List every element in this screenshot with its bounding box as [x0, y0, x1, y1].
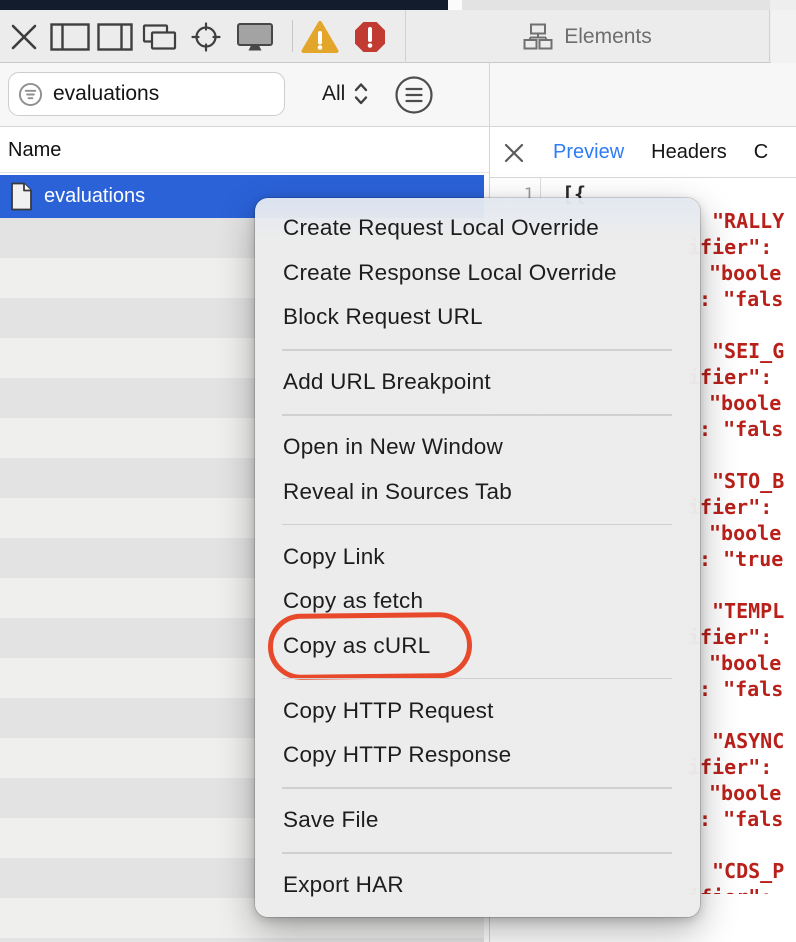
json-fragment: "STO_B: [712, 468, 784, 494]
menu-item-reveal-in-sources-tab[interactable]: Reveal in Sources Tab: [255, 470, 700, 515]
json-fragment: : "fals: [699, 416, 783, 442]
menu-item-copy-http-request[interactable]: Copy HTTP Request: [255, 689, 700, 734]
filter-options-button[interactable]: [394, 75, 434, 115]
tab-cookies-clipped[interactable]: C: [754, 141, 768, 164]
network-filter-bar: evaluations All: [0, 63, 796, 127]
json-fragment: "boole: [709, 650, 781, 676]
name-column-label: Name: [8, 139, 61, 162]
element-picker-button[interactable]: [184, 10, 228, 63]
dock-left-button[interactable]: [48, 10, 92, 63]
dock-right-button[interactable]: [95, 10, 135, 63]
top-strip-right: [770, 0, 796, 10]
menu-separator: [255, 340, 700, 361]
elements-hierarchy-icon: [523, 23, 553, 50]
scope-select-value: All: [322, 82, 345, 106]
json-fragment: ifier":: [688, 754, 772, 780]
menu-item-copy-link[interactable]: Copy Link: [255, 535, 700, 580]
json-fragment: "boole: [709, 390, 781, 416]
toolbar-divider: [292, 20, 293, 52]
json-fragment: "ASYNC: [712, 728, 784, 754]
close-inspector-button[interactable]: [6, 10, 42, 63]
json-fragment: : "fals: [699, 806, 783, 832]
name-column-header[interactable]: Name: [0, 128, 489, 173]
target-crosshair-icon: [187, 21, 225, 53]
json-fragment: "boole: [709, 780, 781, 806]
json-fragment: : "fals: [699, 676, 783, 702]
filter-icon: [18, 82, 43, 107]
tab-headers[interactable]: Headers: [651, 141, 727, 164]
web-inspector-window: Elements evaluations All Name Preview He…: [0, 0, 796, 942]
json-fragment: ifier":: [688, 624, 772, 650]
json-fragment: ifier":: [688, 884, 772, 894]
json-fragment: "CDS_P: [712, 858, 784, 884]
next-tab-stub: [771, 10, 796, 63]
filter-input[interactable]: evaluations: [8, 72, 285, 116]
json-fragment: ifier":: [688, 494, 772, 520]
top-strip-gray: [462, 0, 770, 10]
json-fragment: ifier":: [688, 364, 772, 390]
menu-separator: [255, 668, 700, 689]
json-fragment: "SEI_G: [712, 338, 784, 364]
errors-button[interactable]: [351, 10, 389, 63]
tab-elements[interactable]: Elements: [405, 10, 770, 63]
sidebar-left-icon: [50, 23, 90, 51]
screen-icon: [235, 21, 275, 52]
menu-item-save-file[interactable]: Save File: [255, 798, 700, 843]
cascade-windows-icon: [139, 22, 179, 52]
filter-query-text: evaluations: [53, 82, 159, 106]
tab-preview[interactable]: Preview: [553, 141, 624, 164]
menu-separator: [255, 778, 700, 799]
close-icon: [503, 142, 525, 164]
scope-select[interactable]: All: [322, 72, 370, 116]
undock-window-button[interactable]: [137, 10, 181, 63]
json-fragment: "boole: [709, 260, 781, 286]
menu-item-copy-as-curl[interactable]: Copy as cURL: [255, 624, 700, 669]
json-fragment: : "fals: [699, 286, 783, 312]
error-stop-icon: [354, 21, 386, 53]
json-fragment: : "true: [699, 546, 783, 572]
filter-circle-icon: [394, 75, 434, 115]
close-detail-button[interactable]: [503, 142, 525, 164]
json-fragment: ifier":: [688, 234, 772, 260]
menu-separator: [255, 514, 700, 535]
menu-item-copy-http-response[interactable]: Copy HTTP Response: [255, 733, 700, 778]
tab-elements-label: Elements: [564, 25, 652, 49]
menu-item-create-request-local-override[interactable]: Create Request Local Override: [255, 206, 700, 251]
json-fragment: "RALLY: [712, 208, 784, 234]
menu-item-create-response-local-override[interactable]: Create Response Local Override: [255, 251, 700, 296]
document-icon: [10, 182, 33, 211]
json-fragment: "TEMPL: [712, 598, 784, 624]
device-settings-button[interactable]: [233, 10, 277, 63]
menu-item-open-in-new-window[interactable]: Open in New Window: [255, 425, 700, 470]
request-row-empty: [0, 938, 484, 942]
menu-item-add-url-breakpoint[interactable]: Add URL Breakpoint: [255, 360, 700, 405]
json-fragment: "boole: [709, 520, 781, 546]
menu-separator: [255, 405, 700, 426]
context-menu: Create Request Local OverrideCreate Resp…: [255, 198, 700, 917]
menu-item-block-request-url[interactable]: Block Request URL: [255, 295, 700, 340]
page-header-strip: [0, 0, 448, 10]
resource-detail-tabbar: Preview Headers C: [489, 128, 796, 178]
inspector-toolbar: Elements: [0, 10, 796, 63]
close-icon: [9, 22, 39, 52]
warnings-button[interactable]: [299, 10, 341, 63]
top-strip-light: [448, 0, 462, 10]
menu-separator: [255, 843, 700, 864]
warning-triangle-icon: [301, 20, 339, 54]
chevron-up-down-icon: [352, 80, 370, 108]
request-name: evaluations: [44, 185, 145, 208]
menu-item-export-har[interactable]: Export HAR: [255, 863, 700, 908]
sidebar-right-icon: [97, 23, 133, 51]
